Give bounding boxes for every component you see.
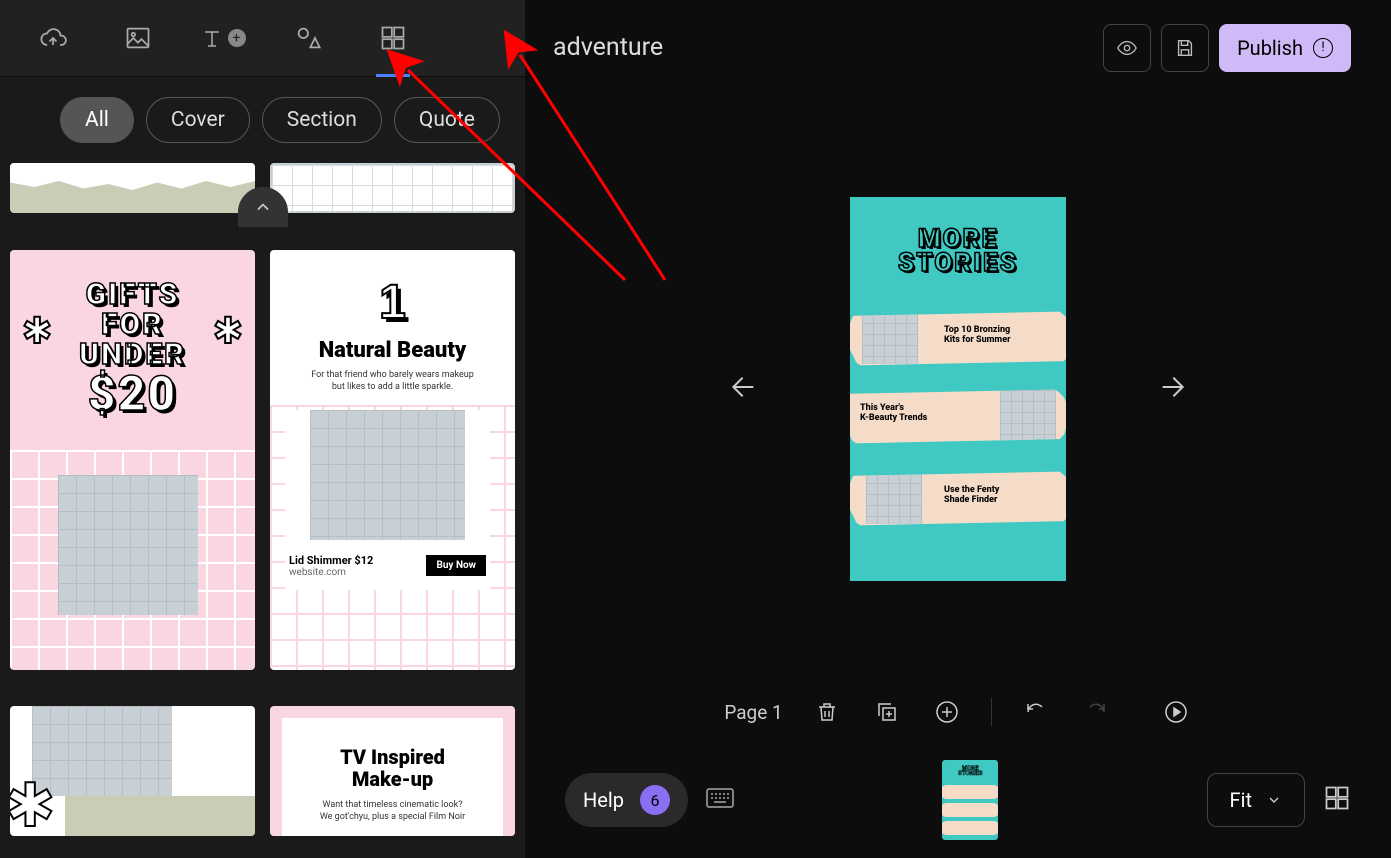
image-placeholder: [1000, 390, 1056, 442]
sidebar-toolbar: +: [0, 0, 525, 77]
page-controls: Page 1: [525, 682, 1391, 742]
story-canvas[interactable]: MORE STORIES Top 10 BronzingKits for Sum…: [850, 197, 1066, 581]
story-item: Use the FentyShade Finder: [850, 467, 1066, 529]
chevron-down-icon: [1266, 792, 1282, 808]
filter-all[interactable]: All: [60, 97, 134, 143]
warning-icon: !: [1313, 38, 1333, 58]
template-headline: TV Inspired Make-up: [288, 746, 497, 790]
page-indicator: Page 1: [724, 701, 782, 724]
color-block: [65, 796, 255, 836]
template-item[interactable]: [270, 163, 515, 213]
play-circle-icon: [1164, 700, 1188, 724]
template-text: GIFTS FOR UNDER $20: [20, 280, 245, 418]
help-count-badge: 6: [640, 785, 670, 815]
image-placeholder: [862, 312, 918, 364]
publish-button[interactable]: Publish !: [1219, 24, 1351, 72]
story-item: This Year'sK-Beauty Trends: [850, 385, 1066, 447]
trend-banner: rend ● trend ● trend ● trend ● trend ● t…: [270, 707, 515, 716]
image-placeholder: [310, 410, 465, 540]
star-icon: ✱: [10, 770, 55, 836]
template-subtext: Want that timeless cinematic look? We go…: [288, 800, 497, 823]
story-title: MORE STORIES: [850, 227, 1066, 276]
buy-button: Buy Now: [426, 555, 486, 576]
chevron-up-icon: [253, 197, 273, 217]
play-button[interactable]: [1160, 696, 1192, 728]
templates-tool[interactable]: [350, 0, 435, 77]
arrow-right-icon: [1156, 371, 1188, 403]
eye-icon: [1116, 37, 1138, 59]
image-icon: [124, 24, 152, 52]
upload-tool[interactable]: [10, 0, 95, 77]
keyboard-icon: [706, 787, 734, 809]
keyboard-shortcuts-button[interactable]: [706, 787, 734, 813]
template-item[interactable]: ✱ ✱ GIFTS FOR UNDER $20: [10, 250, 255, 670]
next-page-button[interactable]: [1136, 351, 1208, 427]
side-band: [270, 718, 282, 836]
top-bar: adventure Publish !: [525, 0, 1391, 95]
grid-view-button[interactable]: [1323, 784, 1351, 816]
template-headline: Natural Beauty: [285, 338, 500, 363]
document-title[interactable]: adventure: [553, 33, 663, 62]
star-icon: ✱: [22, 310, 52, 352]
template-item[interactable]: ✱: [10, 706, 255, 836]
plus-circle-icon: [935, 700, 959, 724]
template-subtext: For that friend who barely wears makeup …: [285, 369, 500, 394]
delete-page-button[interactable]: [811, 696, 843, 728]
arrow-left-icon: [728, 371, 760, 403]
template-filters: All Cover Section Quote: [0, 77, 525, 163]
star-icon: ✱: [213, 310, 243, 352]
redo-button[interactable]: [1080, 696, 1112, 728]
template-item[interactable]: 1 Natural Beauty For that friend who bar…: [270, 250, 515, 670]
divider: [991, 698, 992, 726]
canvas-area: MORE STORIES Top 10 BronzingKits for Sum…: [525, 95, 1391, 682]
filter-quote[interactable]: Quote: [394, 97, 500, 143]
undo-button[interactable]: [1020, 696, 1052, 728]
prev-page-button[interactable]: [708, 351, 780, 427]
filter-cover[interactable]: Cover: [146, 97, 250, 143]
zoom-fit-button[interactable]: Fit: [1207, 773, 1305, 827]
save-icon: [1174, 37, 1196, 59]
text-icon: [200, 26, 224, 50]
product-card: Lid Shimmer $12 website.com Buy Now: [285, 410, 490, 590]
page-thumbnail[interactable]: MORESTORIES: [942, 760, 998, 840]
side-band: [503, 718, 515, 836]
preview-button[interactable]: [1103, 24, 1151, 72]
grid-icon: [1323, 784, 1351, 812]
plus-icon: +: [228, 29, 246, 47]
undo-icon: [1024, 700, 1048, 724]
cloud-upload-icon: [39, 24, 67, 52]
templates-grid[interactable]: ✱ ✱ GIFTS FOR UNDER $20 1 Natural Beauty…: [0, 163, 525, 858]
template-item[interactable]: [10, 163, 255, 213]
duplicate-icon: [875, 700, 899, 724]
text-tool[interactable]: +: [180, 0, 265, 77]
trash-icon: [815, 700, 839, 724]
image-tool[interactable]: [95, 0, 180, 77]
image-placeholder: [58, 475, 198, 615]
image-placeholder: [866, 472, 922, 524]
shapes-icon: [294, 24, 322, 52]
template-number: 1: [285, 275, 500, 330]
template-item[interactable]: rend ● trend ● trend ● trend ● trend ● t…: [270, 706, 515, 836]
save-button[interactable]: [1161, 24, 1209, 72]
redo-icon: [1084, 700, 1108, 724]
story-item: Top 10 BronzingKits for Summer: [850, 307, 1066, 369]
shapes-tool[interactable]: [265, 0, 350, 77]
bottom-bar: Help 6 MORESTORIES Fit: [525, 742, 1391, 858]
duplicate-page-button[interactable]: [871, 696, 903, 728]
filter-section[interactable]: Section: [262, 97, 382, 143]
help-button[interactable]: Help 6: [565, 773, 688, 827]
add-page-button[interactable]: [931, 696, 963, 728]
grid-icon: [379, 24, 407, 52]
